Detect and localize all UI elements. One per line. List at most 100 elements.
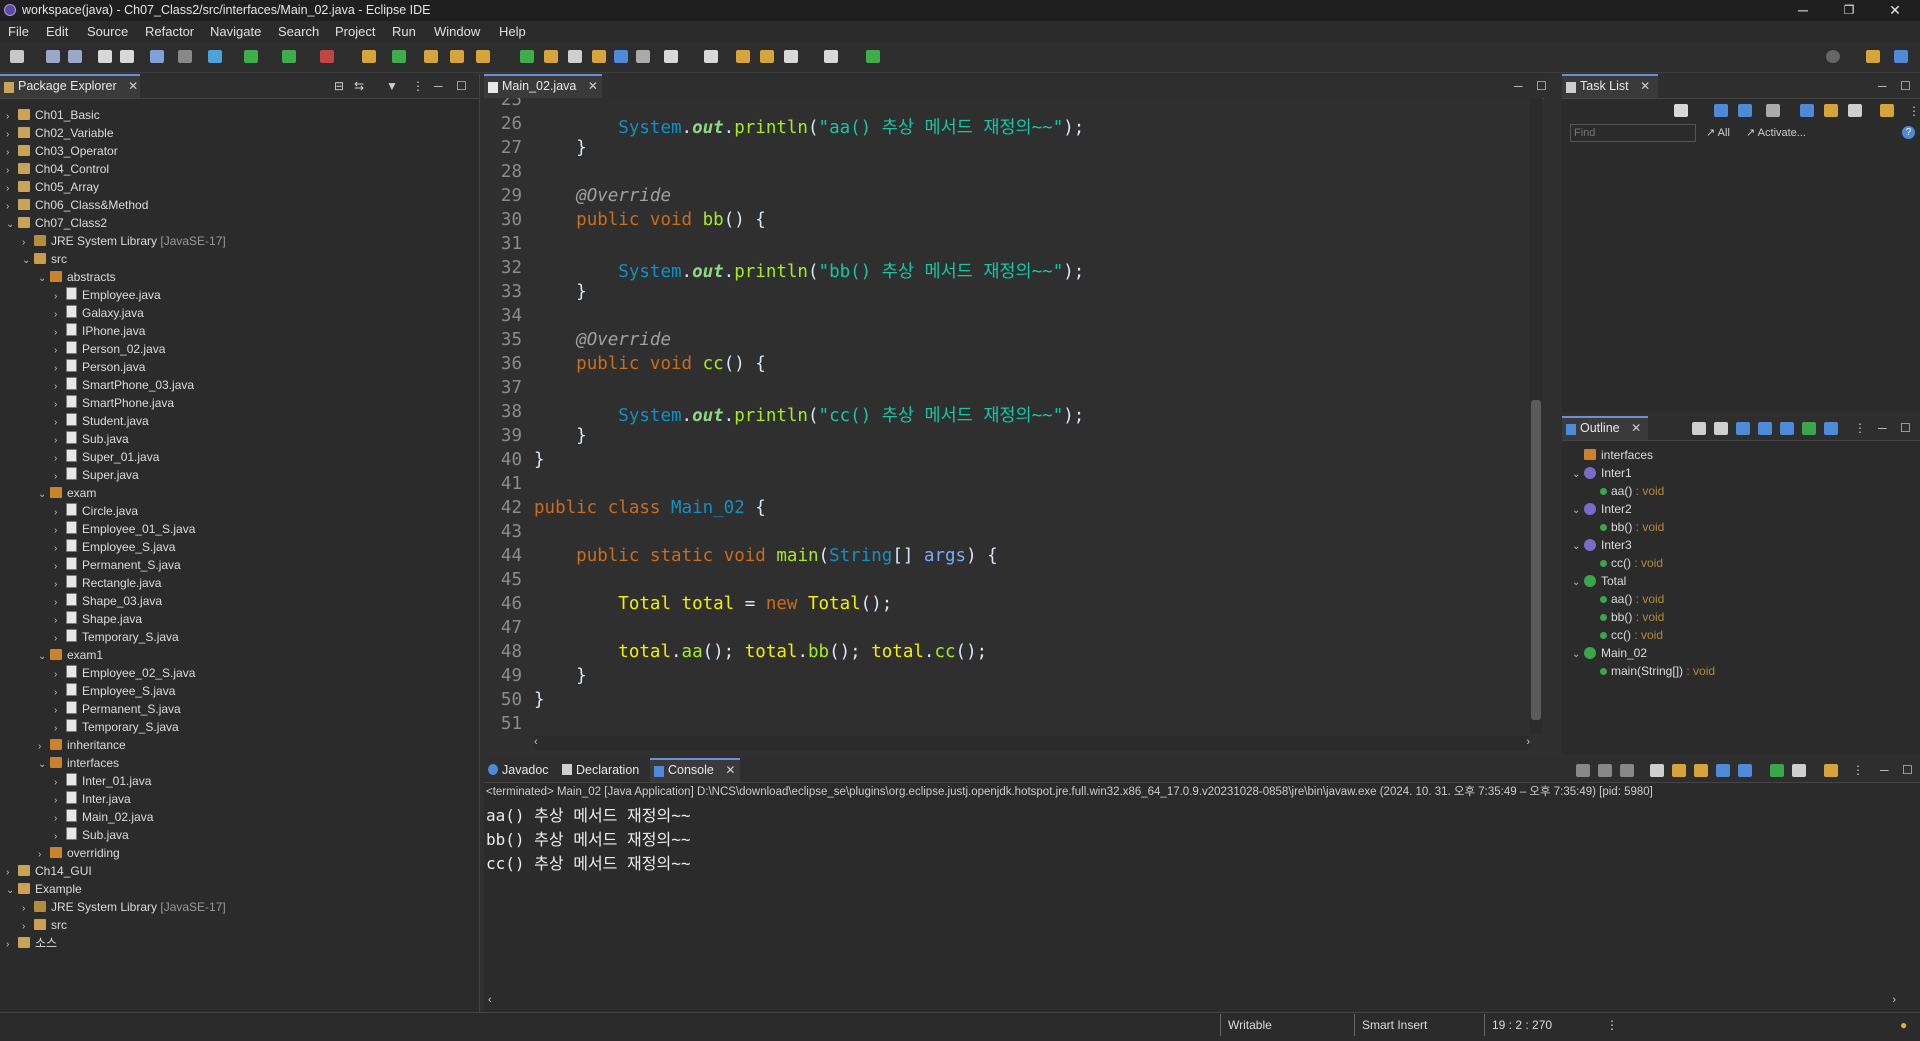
whitespace-icon[interactable]	[614, 50, 628, 63]
new-icon[interactable]	[10, 50, 24, 63]
toggle-block-icon[interactable]	[568, 50, 582, 63]
tree-item[interactable]: › inheritance	[38, 736, 126, 754]
collapse-arrow-icon[interactable]: ⌄	[22, 252, 34, 270]
code-line[interactable]: public void cc() {	[534, 354, 766, 374]
tree-item[interactable]: › Employee_01_S.java	[54, 520, 195, 538]
save-all-icon[interactable]	[68, 50, 82, 63]
outline-item[interactable]: bb() : void	[1588, 608, 1664, 626]
tree-item[interactable]: ⌄ exam	[38, 484, 96, 502]
tree-item[interactable]: › Person_02.java	[54, 340, 165, 358]
code-editor[interactable]: 25 26 System.out.println("aa() 추상 메서드 재정의…	[484, 98, 1530, 734]
coverage-icon[interactable]	[282, 50, 296, 63]
tree-item[interactable]: › Permanent_S.java	[54, 556, 181, 574]
tab-package-explorer[interactable]: Package Explorer ✕	[0, 74, 140, 98]
debug-icon[interactable]	[208, 50, 222, 63]
collapse-arrow-icon[interactable]: ⌄	[6, 216, 18, 234]
pin-editor-icon[interactable]	[866, 50, 880, 63]
hide-static-icon[interactable]	[1780, 422, 1794, 435]
tab-task-list[interactable]: Task List ✕	[1562, 74, 1658, 98]
collapse-arrow-icon[interactable]: ⌄	[6, 882, 18, 900]
menu-window[interactable]: Window	[434, 24, 480, 39]
code-line[interactable]: }	[534, 666, 587, 686]
collapse-arrow-icon[interactable]: ⌄	[1572, 574, 1584, 592]
code-line[interactable]: public class Main_02 {	[534, 498, 766, 518]
notification-icon[interactable]: ●	[1900, 1018, 1907, 1032]
collapse-arrow-icon[interactable]: ⌄	[1572, 502, 1584, 520]
focus-icon[interactable]	[1800, 104, 1814, 117]
outline-item[interactable]: ⌄ Inter3	[1572, 536, 1632, 554]
scroll-lock-icon[interactable]	[1672, 764, 1686, 777]
mark-occurrences-icon[interactable]	[520, 50, 534, 63]
forward-edit-icon[interactable]	[760, 50, 774, 63]
maximize-view-icon[interactable]: ☐	[1900, 421, 1911, 435]
show-on-output-icon[interactable]	[1716, 764, 1730, 777]
annotation-icon[interactable]	[544, 50, 558, 63]
tree-item[interactable]: › Employee_S.java	[54, 682, 175, 700]
tree-item[interactable]: ⌄ Example	[6, 880, 82, 898]
code-line[interactable]: System.out.println("cc() 추상 메서드 재정의~~");	[534, 402, 1084, 427]
pin-console-icon[interactable]	[1770, 764, 1784, 777]
scroll-right-icon[interactable]: ›	[1892, 994, 1896, 1006]
tree-item[interactable]: ⌄ interfaces	[38, 754, 119, 772]
activate-link[interactable]: ↗ Activate...	[1746, 126, 1806, 139]
code-line[interactable]: @Override	[534, 186, 671, 206]
code-line[interactable]: public void bb() {	[534, 210, 766, 230]
tab-main-02-java[interactable]: Main_02.java ✕	[484, 74, 602, 98]
code-line[interactable]: Total total = new Total();	[534, 594, 892, 614]
new-java-project-icon[interactable]	[362, 50, 376, 63]
tree-item[interactable]: › Ch14_GUI	[6, 862, 92, 880]
code-line[interactable]: }	[534, 450, 545, 470]
code-line[interactable]: }	[534, 282, 587, 302]
search-icon[interactable]	[1826, 50, 1840, 63]
maximize-view-icon[interactable]: ☐	[1902, 763, 1913, 777]
status-menu-icon[interactable]: ⋮	[1606, 1018, 1618, 1032]
tree-item[interactable]: › Circle.java	[54, 502, 138, 520]
scroll-right-icon[interactable]: ›	[1526, 736, 1530, 748]
tree-item[interactable]: › Employee_02_S.java	[54, 664, 195, 682]
collapse-arrow-icon[interactable]: ⌄	[38, 756, 50, 774]
remove-all-icon[interactable]	[1620, 764, 1634, 777]
view-menu-icon[interactable]: ⋮	[1852, 763, 1864, 777]
sync-icon[interactable]	[1824, 104, 1838, 117]
minimize-button[interactable]: ─	[1780, 0, 1826, 21]
tree-item[interactable]: › Sub.java	[54, 430, 129, 448]
terminate-icon[interactable]	[1576, 764, 1590, 777]
editor-horizontal-scrollbar[interactable]: ‹ ›	[534, 736, 1530, 750]
tree-item[interactable]: ⌄ src	[22, 250, 67, 268]
new-task-icon[interactable]	[1674, 104, 1688, 117]
tree-item[interactable]: ⌄ exam1	[38, 646, 103, 664]
schedule-icon[interactable]	[1738, 104, 1752, 117]
tree-item[interactable]: › SmartPhone_03.java	[54, 376, 194, 394]
tree-item[interactable]: › Ch03_Operator	[6, 142, 118, 160]
outline-item[interactable]: ⌄ Main_02	[1572, 644, 1647, 662]
tree-item[interactable]: › Employee_S.java	[54, 538, 175, 556]
forward-icon[interactable]	[824, 50, 838, 63]
tree-item[interactable]: › Sub.java	[54, 826, 129, 844]
tree-item[interactable]: › overriding	[38, 844, 120, 862]
tree-item[interactable]: › src	[22, 916, 67, 934]
minimize-editor-icon[interactable]: ─	[1514, 79, 1523, 93]
outline-item[interactable]: cc() : void	[1588, 554, 1663, 572]
last-edit-icon[interactable]	[736, 50, 750, 63]
categorize-icon[interactable]	[1714, 104, 1728, 117]
code-line[interactable]: total.aa(); total.bb(); total.cc();	[534, 642, 987, 662]
hide-nonpublic-icon[interactable]	[1802, 422, 1816, 435]
maximize-editor-icon[interactable]: ☐	[1536, 79, 1547, 93]
tab-console[interactable]: Console ✕	[650, 758, 740, 782]
tree-item[interactable]: › Permanent_S.java	[54, 700, 181, 718]
collapse-arrow-icon[interactable]: ⌄	[1572, 538, 1584, 556]
tree-item[interactable]: › Ch02_Variable	[6, 124, 114, 142]
scroll-left-icon[interactable]: ‹	[488, 994, 492, 1006]
close-icon[interactable]: ✕	[725, 763, 735, 777]
tree-item[interactable]: › Ch05_Array	[6, 178, 99, 196]
menu-file[interactable]: File	[8, 24, 29, 39]
hide-completed-icon[interactable]	[1766, 104, 1780, 117]
open-task-icon[interactable]	[450, 50, 464, 63]
external-tools-icon[interactable]	[320, 50, 334, 63]
close-button[interactable]: ✕	[1872, 0, 1918, 21]
new-class-icon[interactable]	[392, 50, 406, 63]
tree-item[interactable]: › 소스	[6, 934, 57, 952]
console-horizontal-scrollbar[interactable]: ‹ ›	[486, 994, 1898, 1008]
tree-item[interactable]: › Rectangle.java	[54, 574, 161, 592]
display-console-icon[interactable]	[1792, 764, 1806, 777]
